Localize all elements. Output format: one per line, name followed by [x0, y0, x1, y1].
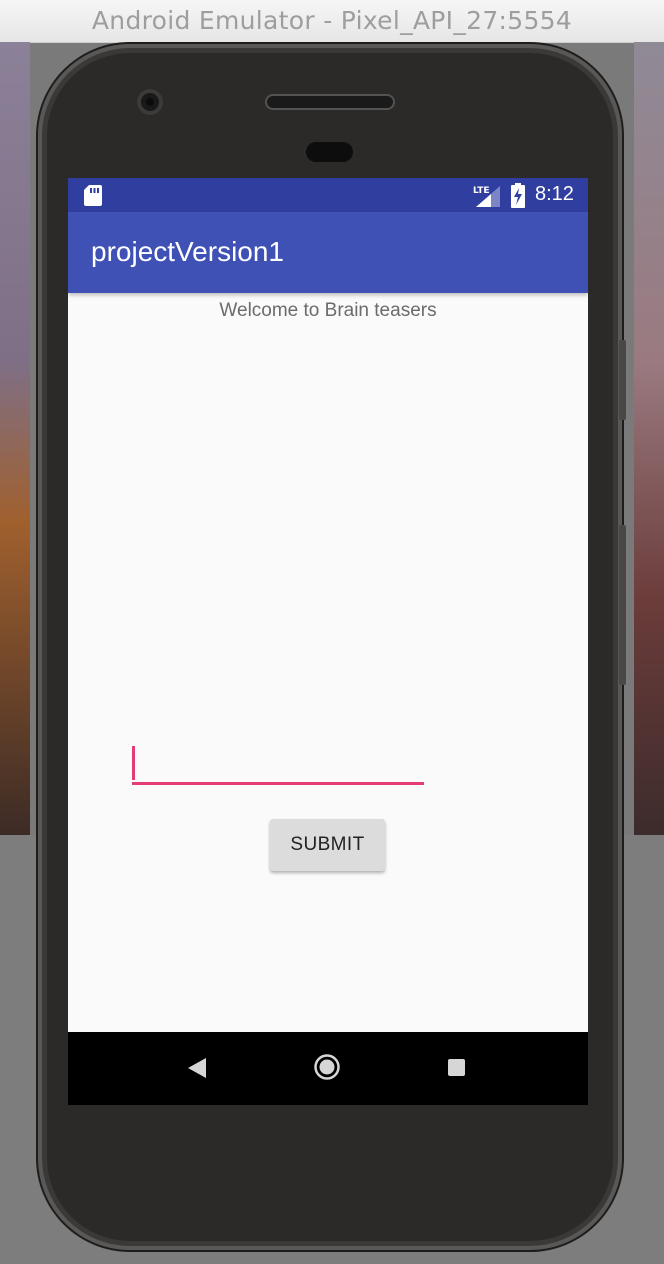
- status-clock: 8:12: [535, 183, 574, 205]
- lte-label: LTE: [473, 186, 490, 196]
- volume-rocker[interactable]: [619, 525, 626, 685]
- window-title: Android Emulator - Pixel_API_27:5554: [91, 6, 573, 35]
- front-camera-icon: [137, 89, 163, 115]
- app-bar: projectVersion1: [68, 212, 588, 293]
- recents-icon[interactable]: [448, 1059, 465, 1076]
- back-icon[interactable]: [188, 1058, 206, 1078]
- proximity-sensor: [306, 142, 353, 162]
- battery-charging-icon: [511, 183, 525, 208]
- navigation-bar: [68, 1032, 588, 1105]
- device-screen: LTE 8:12 projectVersion1 Welcome to Brai…: [68, 178, 588, 1105]
- welcome-text: Welcome to Brain teasers: [219, 300, 437, 321]
- text-cursor: [132, 746, 135, 780]
- earpiece-speaker: [265, 94, 395, 110]
- answer-input[interactable]: [132, 745, 424, 785]
- window-title-bar: Android Emulator - Pixel_API_27:5554: [0, 0, 664, 43]
- sd-card-icon: [84, 185, 102, 206]
- power-button[interactable]: [619, 340, 626, 420]
- lte-signal-icon: LTE: [473, 186, 500, 207]
- home-icon[interactable]: [314, 1054, 340, 1080]
- submit-button[interactable]: SUBMIT: [270, 819, 385, 871]
- status-bar: LTE 8:12: [68, 178, 588, 212]
- desktop-background-right: [634, 42, 664, 842]
- desktop-background-left: [0, 42, 30, 842]
- app-title: projectVersion1: [91, 236, 285, 267]
- input-underline: [132, 782, 424, 785]
